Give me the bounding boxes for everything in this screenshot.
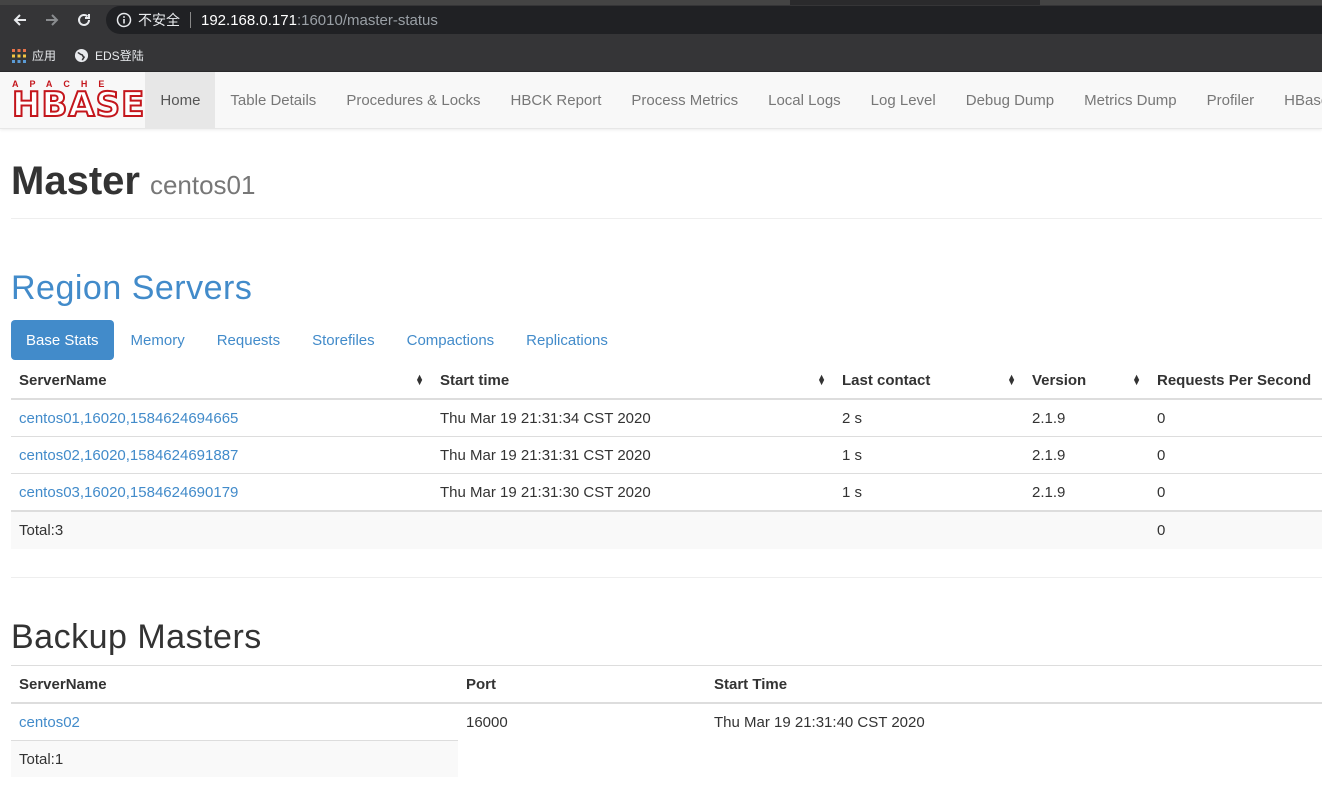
- start-time-cell: Thu Mar 19 21:31:34 CST 2020: [432, 398, 834, 437]
- page-header: Master centos01: [11, 159, 1322, 219]
- forward-button[interactable]: [36, 4, 68, 36]
- page-title: Master: [11, 159, 140, 203]
- nav-hbase-configuration[interactable]: HBase Con: [1269, 72, 1322, 128]
- bookmarks-bar: 应用 EDS登陆: [0, 40, 1322, 72]
- rps-cell: 0: [1149, 398, 1322, 437]
- empty-cell: [706, 741, 1322, 778]
- table-row: centos01,16020,1584624694665 Thu Mar 19 …: [11, 398, 1322, 437]
- table-row: centos02,16020,1584624691887 Thu Mar 19 …: [11, 436, 1322, 474]
- browser-toolbar: 不安全 192.168.0.171:16010/master-status: [0, 0, 1322, 40]
- table-row: centos03,16020,1584624690179 Thu Mar 19 …: [11, 473, 1322, 511]
- page-content: Master centos01 Region Servers Base Stat…: [0, 159, 1322, 777]
- nav-items: Home Table Details Procedures & Locks HB…: [145, 72, 1322, 128]
- reload-icon: [78, 13, 90, 26]
- rps-cell: 0: [1149, 436, 1322, 474]
- logo-hbase-text: HBASE: [11, 85, 146, 125]
- table-total-row: Total:1: [11, 740, 1322, 778]
- empty-cell: [432, 510, 834, 549]
- backup-masters-table: ServerName Port Start Time centos02 1600…: [11, 665, 1322, 777]
- tab-storefiles[interactable]: Storefiles: [297, 320, 390, 360]
- region-servers-title[interactable]: Region Servers: [11, 269, 1322, 308]
- reload-button[interactable]: [68, 4, 100, 36]
- nav-debug-dump[interactable]: Debug Dump: [951, 72, 1069, 128]
- table-header-row: ServerName ▲ ▼ Start time ▲ ▼ Last contact ▲ ▼…: [11, 362, 1322, 400]
- server-link[interactable]: centos01,16020,1584624694665: [19, 410, 238, 427]
- bookmark-apps[interactable]: 应用: [12, 47, 56, 64]
- arrow-left-icon: [13, 14, 26, 26]
- tab-replications[interactable]: Replications: [511, 320, 623, 360]
- sort-icon: ▲ ▼: [415, 372, 424, 387]
- section-divider: [11, 577, 1322, 578]
- bookmark-eds[interactable]: EDS登陆: [74, 47, 144, 64]
- backup-masters-title: Backup Masters: [11, 618, 262, 656]
- column-header-port: Port: [458, 665, 706, 704]
- region-servers-tabs: Base Stats Memory Requests Storefiles Co…: [11, 320, 1322, 360]
- tab-strip: [0, 0, 1322, 5]
- insecure-label: 不安全: [138, 12, 180, 28]
- rps-cell: 0: [1149, 473, 1322, 511]
- address-separator: [190, 12, 191, 28]
- column-header-start-time[interactable]: Start time ▲ ▼: [432, 362, 834, 400]
- nav-local-logs[interactable]: Local Logs: [753, 72, 856, 128]
- last-contact-cell: 1 s: [834, 473, 1024, 511]
- sort-icon: ▲ ▼: [1132, 372, 1141, 387]
- url-host: 192.168.0.171: [201, 11, 297, 29]
- nav-log-level[interactable]: Log Level: [856, 72, 951, 128]
- tab-compactions[interactable]: Compactions: [392, 320, 510, 360]
- table-header-row: ServerName Port Start Time: [11, 665, 1322, 704]
- tab-memory[interactable]: Memory: [116, 320, 200, 360]
- column-header-last-contact[interactable]: Last contact ▲ ▼: [834, 362, 1024, 400]
- page-subtitle: centos01: [149, 170, 256, 200]
- total-label: Total:3: [11, 510, 432, 549]
- total-label: Total:1: [11, 740, 458, 777]
- nav-table-details[interactable]: Table Details: [215, 72, 331, 128]
- server-link[interactable]: centos02,16020,1584624691887: [19, 447, 238, 464]
- column-header-servername[interactable]: ServerName ▲ ▼: [11, 362, 432, 400]
- empty-cell: [1024, 510, 1149, 549]
- tab-base-stats[interactable]: Base Stats: [11, 320, 114, 360]
- nav-hbck-report[interactable]: HBCK Report: [496, 72, 617, 128]
- nav-procedures-locks[interactable]: Procedures & Locks: [331, 72, 495, 128]
- url-path: :16010/master-status: [296, 11, 438, 29]
- last-contact-cell: 1 s: [834, 436, 1024, 474]
- last-contact-cell: 2 s: [834, 398, 1024, 437]
- column-header-start-time: Start Time: [706, 665, 1322, 704]
- main-navbar: APACHE HBASE Home Table Details Procedur…: [0, 72, 1322, 129]
- region-servers-table: ServerName ▲ ▼ Start time ▲ ▼ Last contact ▲ ▼…: [11, 362, 1322, 549]
- address-bar[interactable]: 不安全 192.168.0.171:16010/master-status: [106, 6, 1322, 34]
- arrow-right-icon: [46, 14, 59, 26]
- start-time-cell: Thu Mar 19 21:31:40 CST 2020: [706, 702, 1322, 741]
- nav-profiler[interactable]: Profiler: [1192, 72, 1270, 128]
- empty-cell: [458, 741, 706, 778]
- sort-icon: ▲ ▼: [817, 372, 826, 387]
- table-total-row: Total:3 0: [11, 510, 1322, 549]
- version-cell: 2.1.9: [1024, 398, 1149, 437]
- hbase-logo[interactable]: APACHE HBASE: [0, 72, 145, 128]
- bookmark-label: 应用: [32, 49, 57, 63]
- nav-process-metrics[interactable]: Process Metrics: [616, 72, 753, 128]
- version-cell: 2.1.9: [1024, 436, 1149, 474]
- total-rps: 0: [1149, 510, 1322, 549]
- port-cell: 16000: [458, 702, 706, 741]
- column-header-servername: ServerName: [11, 665, 458, 704]
- start-time-cell: Thu Mar 19 21:31:30 CST 2020: [432, 473, 834, 511]
- table-row: centos02 16000 Thu Mar 19 21:31:40 CST 2…: [11, 702, 1322, 741]
- nav-home[interactable]: Home: [145, 72, 216, 128]
- tab-requests[interactable]: Requests: [202, 320, 295, 360]
- nav-metrics-dump[interactable]: Metrics Dump: [1069, 72, 1192, 128]
- column-header-version[interactable]: Version ▲ ▼: [1024, 362, 1149, 400]
- empty-cell: [834, 510, 1024, 549]
- start-time-cell: Thu Mar 19 21:31:31 CST 2020: [432, 436, 834, 474]
- sort-icon: ▲ ▼: [1007, 372, 1016, 387]
- column-header-requests-per-second[interactable]: Requests Per Second: [1149, 362, 1322, 400]
- apps-grid-icon: [12, 48, 26, 63]
- back-button[interactable]: [4, 4, 36, 36]
- version-cell: 2.1.9: [1024, 473, 1149, 511]
- server-link[interactable]: centos03,16020,1584624690179: [19, 484, 238, 501]
- info-icon: [116, 12, 132, 28]
- bookmark-label: EDS登陆: [95, 49, 144, 63]
- backup-server-link[interactable]: centos02: [19, 714, 80, 731]
- globe-icon: [74, 48, 89, 63]
